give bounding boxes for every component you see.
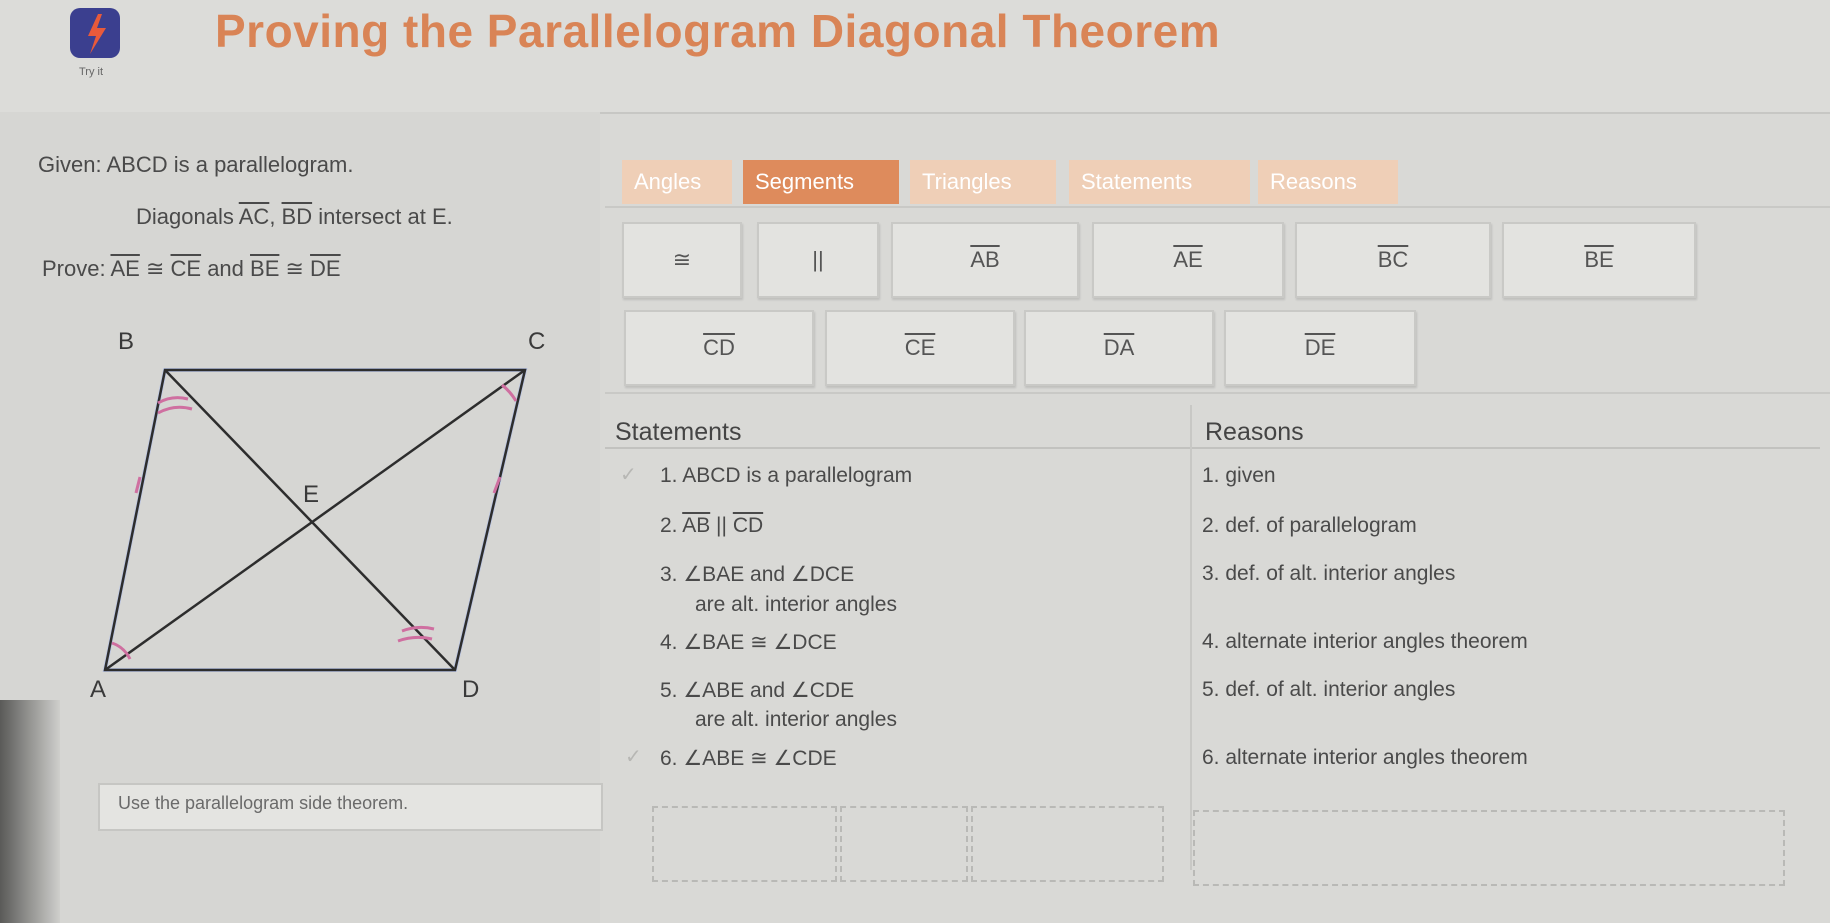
tab-divider — [605, 206, 1830, 208]
statement-drop-zone-2[interactable] — [840, 806, 968, 882]
row1-check-icon: ✓ — [620, 464, 637, 486]
segment-de: DE — [310, 256, 341, 281]
reason-4: 4. alternate interior angles theorem — [1202, 630, 1528, 653]
tile-segment-ab[interactable]: AB — [891, 222, 1079, 298]
tile-segment-de[interactable]: DE — [1224, 310, 1416, 386]
statement-drop-zone-1[interactable] — [652, 806, 837, 882]
proof-column-divider — [1190, 405, 1192, 870]
statements-header: Statements — [615, 418, 742, 446]
segment-be: BE — [250, 256, 280, 281]
tile-segment-cd[interactable]: CD — [624, 310, 814, 386]
parallelogram-diagram: B C A D E — [90, 328, 545, 703]
statement-2: 2. AB || CD — [660, 514, 764, 537]
hint-box: Use the parallelogram side theorem. — [98, 783, 603, 831]
tab-angles[interactable]: Angles — [622, 160, 732, 204]
diagonals-line: Diagonals AC, BD intersect at E. — [136, 204, 453, 229]
given-line: Given: ABCD is a parallelogram. — [38, 152, 354, 177]
row6-check-icon: ✓ — [625, 746, 642, 768]
tile-segment-ae[interactable]: AE — [1092, 222, 1284, 298]
tab-segments[interactable]: Segments — [743, 160, 899, 204]
vertex-a-label: A — [90, 676, 106, 703]
tab-statements[interactable]: Statements — [1069, 160, 1250, 204]
tab-reasons[interactable]: Reasons — [1258, 160, 1398, 204]
statement-3-line2: are alt. interior angles — [695, 593, 897, 616]
tiles-divider — [605, 392, 1830, 394]
try-it-label: Try it — [79, 66, 104, 78]
segment-ce: CE — [170, 256, 202, 281]
tile-segment-bc[interactable]: BC — [1295, 222, 1491, 298]
point-e-label: E — [303, 481, 319, 508]
proof-header-divider — [605, 447, 1820, 449]
reason-3: 3. def. of alt. interior angles — [1202, 562, 1456, 585]
statement-4: 4. ∠BAE ≅ ∠DCE — [660, 631, 837, 654]
tile-segment-da[interactable]: DA — [1024, 310, 1214, 386]
tab-triangles[interactable]: Triangles — [910, 160, 1056, 204]
statement-6: 6. ∠ABE ≅ ∠CDE — [660, 747, 837, 770]
reason-2: 2. def. of parallelogram — [1202, 514, 1417, 537]
statement-3: 3. ∠BAE and ∠DCE — [660, 563, 855, 586]
prove-line: Prove: AE ≅ CE and BE ≅ DE — [42, 256, 341, 281]
screen-edge-shadow — [0, 700, 60, 923]
tile-segment-ce[interactable]: CE — [825, 310, 1015, 386]
reason-5: 5. def. of alt. interior angles — [1202, 678, 1456, 701]
segment-ac: AC — [238, 204, 270, 229]
statement-5-line2: are alt. interior angles — [695, 708, 897, 731]
reason-drop-zone[interactable] — [1193, 810, 1785, 886]
segment-ae: AE — [110, 256, 140, 281]
page-title: Proving the Parallelogram Diagonal Theor… — [215, 5, 1221, 57]
vertex-b-label: B — [118, 328, 134, 355]
vertex-d-label: D — [462, 676, 479, 703]
tile-congruent[interactable]: ≅ — [622, 222, 742, 298]
vertex-c-label: C — [528, 328, 545, 355]
tile-segment-be[interactable]: BE — [1502, 222, 1696, 298]
lesson-logo-icon — [70, 8, 120, 58]
statement-1: 1. ABCD is a parallelogram — [660, 464, 913, 487]
segment-bd: BD — [281, 204, 313, 229]
statement-drop-zone-3[interactable] — [971, 806, 1164, 882]
statement-5: 5. ∠ABE and ∠CDE — [660, 679, 855, 702]
reason-6: 6. alternate interior angles theorem — [1202, 746, 1528, 769]
reason-1: 1. given — [1202, 464, 1276, 487]
tile-parallel[interactable]: || — [757, 222, 879, 298]
reasons-header: Reasons — [1205, 418, 1304, 446]
